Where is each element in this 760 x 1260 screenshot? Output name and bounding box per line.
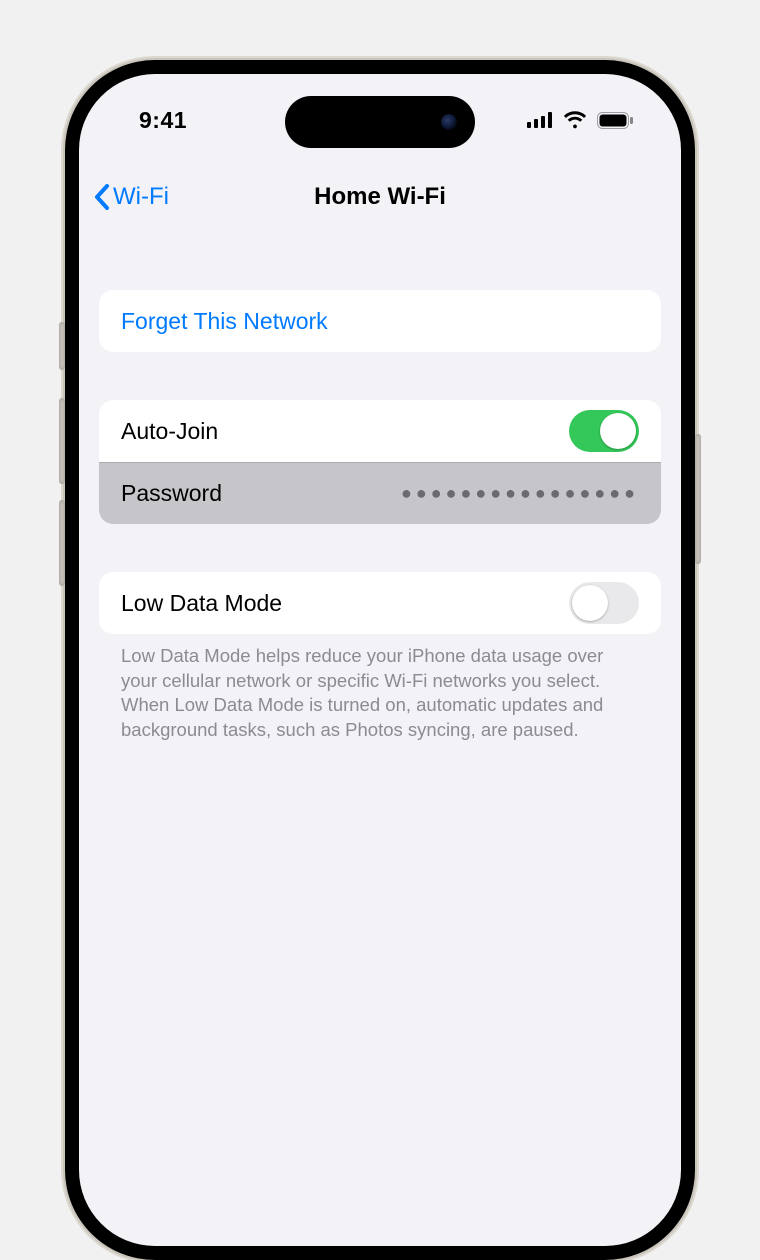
cellular-icon [527, 112, 553, 128]
password-value-masked: ●●●●●●●●●●●●●●●● [401, 483, 639, 504]
side-button [59, 322, 65, 370]
auto-join-toggle[interactable] [569, 410, 639, 452]
password-label: Password [121, 480, 222, 507]
volume-down-button [59, 500, 65, 586]
group-forget: Forget This Network [99, 290, 661, 352]
battery-icon [597, 112, 633, 129]
password-row[interactable]: Password ●●●●●●●●●●●●●●●● [99, 462, 661, 524]
chevron-left-icon [93, 183, 111, 211]
page-title: Home Wi-Fi [314, 183, 446, 211]
group-connection: Auto-Join Password ●●●●●●●●●●●●●●●● [99, 400, 661, 524]
auto-join-row: Auto-Join [99, 400, 661, 462]
low-data-toggle[interactable] [569, 582, 639, 624]
screen: 9:41 [79, 74, 681, 1246]
forget-network-button[interactable]: Forget This Network [99, 290, 661, 352]
toggle-knob [572, 585, 608, 621]
status-time: 9:41 [139, 107, 259, 134]
low-data-row: Low Data Mode [99, 572, 661, 634]
auto-join-label: Auto-Join [121, 418, 218, 445]
dynamic-island [285, 96, 475, 148]
low-data-label: Low Data Mode [121, 590, 282, 617]
forget-network-label: Forget This Network [121, 308, 328, 335]
toggle-knob [600, 413, 636, 449]
back-button[interactable]: Wi-Fi [93, 183, 169, 211]
group-low-data: Low Data Mode [99, 572, 661, 634]
low-data-footer: Low Data Mode helps reduce your iPhone d… [99, 634, 661, 742]
nav-bar: Wi-Fi Home Wi-Fi [79, 166, 681, 228]
power-button [695, 434, 701, 564]
back-label: Wi-Fi [113, 183, 169, 211]
device-frame: 9:41 [65, 60, 695, 1260]
volume-up-button [59, 398, 65, 484]
wifi-icon [563, 111, 587, 129]
